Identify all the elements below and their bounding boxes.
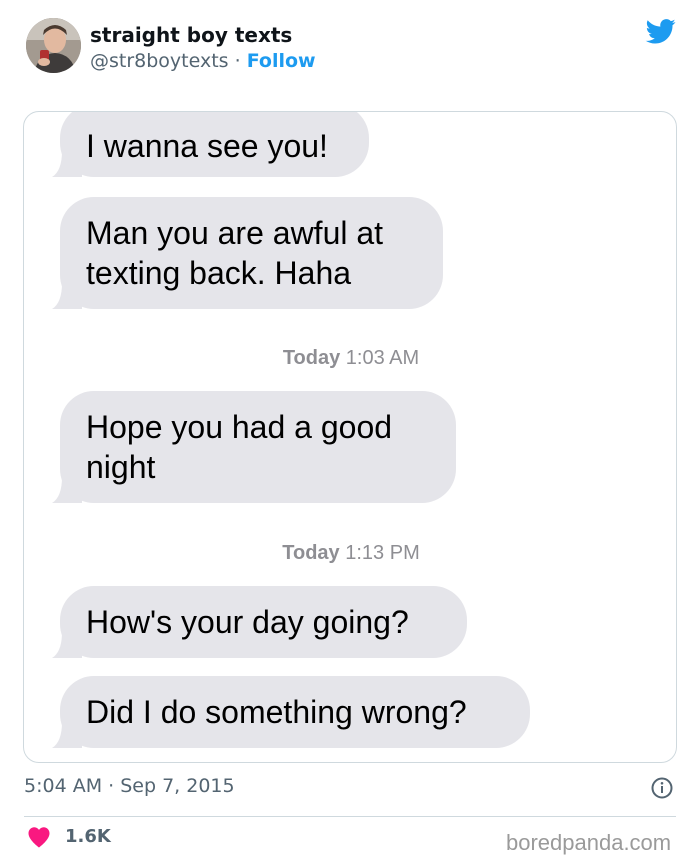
message-bubble: I wanna see you! (52, 112, 369, 177)
handle-separator: · (228, 50, 247, 72)
timestamp-time: 1:03 AM (345, 347, 420, 369)
message-line: texting back. Haha (86, 255, 352, 291)
bubble-tail (52, 632, 82, 658)
watermark: boredpanda.com (506, 830, 672, 855)
follow-button[interactable]: Follow (247, 50, 316, 72)
message-line: How's your day going? (86, 604, 409, 640)
message-bubble: Hope you had a good night (52, 391, 456, 503)
message-bubble: How's your day going? (52, 586, 467, 658)
message-line: I wanna see you! (86, 128, 328, 164)
bubble-tail (52, 151, 82, 177)
timestamp-separator: · (102, 775, 121, 797)
message-bubble: Man you are awful at texting back. Haha (52, 197, 443, 309)
bubble-tail (52, 283, 82, 309)
twitter-bird-icon[interactable] (644, 16, 678, 46)
bubble-tail (52, 477, 82, 503)
message-bubble: Did I do something wrong? (52, 676, 530, 748)
author-line: @str8boytexts · Follow (90, 50, 316, 72)
message-line: Hope you had a good (86, 409, 393, 445)
bubble-tail (52, 722, 82, 748)
message-line: Did I do something wrong? (86, 694, 467, 730)
timestamp-day: Today (282, 542, 340, 564)
message-line: night (86, 449, 156, 485)
tweet-timestamp[interactable]: 5:04 AM · Sep 7, 2015 (24, 775, 235, 797)
tweet-time: 5:04 AM (24, 775, 103, 797)
author-name[interactable]: straight boy texts (90, 23, 292, 47)
author-handle[interactable]: @str8boytexts (90, 50, 229, 72)
timestamp-day: Today (282, 347, 341, 369)
divider (24, 816, 676, 817)
message-screenshot: I wanna see you! Man you are awful at te… (23, 111, 677, 763)
timestamp-divider: Today 1:13 PM (24, 542, 676, 565)
timestamp-time: 1:13 PM (345, 542, 420, 564)
avatar[interactable] (26, 18, 81, 73)
tweet-date: Sep 7, 2015 (120, 775, 235, 797)
tweet-embed: straight boy texts @str8boytexts · Follo… (0, 0, 700, 866)
heart-icon[interactable] (27, 826, 51, 848)
like-count[interactable]: 1.6K (65, 826, 111, 847)
message-line: Man you are awful at (86, 215, 384, 251)
info-icon[interactable] (650, 776, 674, 800)
timestamp-divider: Today 1:03 AM (24, 347, 676, 370)
